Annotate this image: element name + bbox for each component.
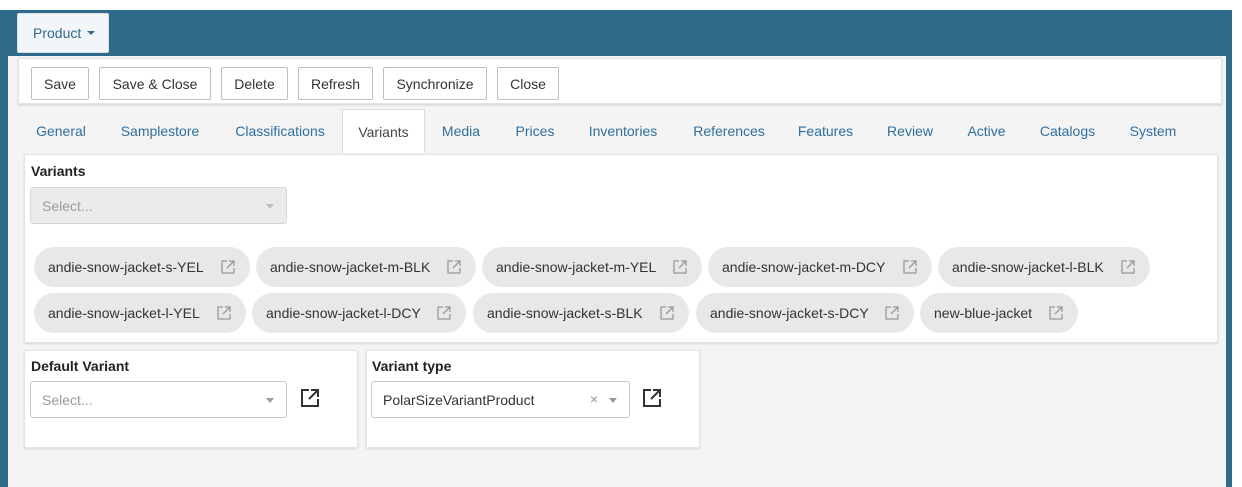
tab-classifications[interactable]: Classifications xyxy=(222,109,338,153)
external-link-icon[interactable] xyxy=(672,259,688,275)
left-accent-bar xyxy=(0,10,8,487)
variants-select-placeholder: Select... xyxy=(42,197,93,214)
external-link-icon[interactable] xyxy=(1120,259,1136,275)
right-accent-bar xyxy=(1226,10,1232,487)
external-link-icon[interactable] xyxy=(1048,305,1064,321)
tab-inventories[interactable]: Inventories xyxy=(580,109,666,153)
product-menu-label: Product xyxy=(33,25,82,41)
variant-chip: new-blue-jacket xyxy=(920,293,1078,333)
external-link-icon[interactable] xyxy=(884,305,900,321)
variant-chip: andie-snow-jacket-m-BLK xyxy=(256,247,476,287)
variant-chip-label: andie-snow-jacket-l-DCY xyxy=(266,305,421,321)
external-link-icon[interactable] xyxy=(446,259,462,275)
save-close-button[interactable]: Save & Close xyxy=(99,67,211,100)
tab-active[interactable]: Active xyxy=(957,109,1016,153)
tab-references[interactable]: References xyxy=(682,109,776,153)
variant-chip: andie-snow-jacket-l-YEL xyxy=(34,293,246,333)
synchronize-button[interactable]: Synchronize xyxy=(383,67,487,100)
delete-button[interactable]: Delete xyxy=(221,67,288,100)
variant-chip: andie-snow-jacket-s-DCY xyxy=(696,293,914,333)
external-link-icon[interactable] xyxy=(436,305,452,321)
variant-chip: andie-snow-jacket-l-DCY xyxy=(252,293,466,333)
external-link-icon[interactable] xyxy=(220,259,236,275)
tab-general[interactable]: General xyxy=(24,109,98,153)
variant-chip: andie-snow-jacket-m-DCY xyxy=(708,247,932,287)
variant-chip-label: andie-snow-jacket-l-YEL xyxy=(48,305,200,321)
chevron-down-icon xyxy=(87,31,96,35)
external-link-icon[interactable] xyxy=(659,305,675,321)
toolbar: Save Save & Close Delete Refresh Synchro… xyxy=(18,58,1222,104)
variant-chip-label: andie-snow-jacket-s-DCY xyxy=(710,305,869,321)
variant-chip-label: andie-snow-jacket-l-BLK xyxy=(952,259,1104,275)
external-link-icon[interactable] xyxy=(642,388,662,408)
external-link-icon[interactable] xyxy=(216,305,232,321)
tab-media[interactable]: Media xyxy=(435,109,487,153)
chevron-down-icon xyxy=(266,398,274,403)
tab-catalogs[interactable]: Catalogs xyxy=(1031,109,1104,153)
tab-samplestore[interactable]: Samplestore xyxy=(110,109,210,153)
variant-chip: andie-snow-jacket-m-YEL xyxy=(482,247,702,287)
variant-chip: andie-snow-jacket-l-BLK xyxy=(938,247,1150,287)
tab-features[interactable]: Features xyxy=(788,109,863,153)
header-bar xyxy=(8,10,1226,56)
save-button[interactable]: Save xyxy=(31,67,89,100)
close-button[interactable]: Close xyxy=(497,67,559,100)
chevron-down-icon xyxy=(609,398,617,403)
variants-select: Select... xyxy=(30,187,287,224)
tab-prices[interactable]: Prices xyxy=(504,109,566,153)
variant-type-select[interactable]: PolarSizeVariantProduct × xyxy=(371,381,630,418)
product-menu-button[interactable]: Product xyxy=(17,13,109,53)
variant-chip-label: andie-snow-jacket-m-DCY xyxy=(722,259,886,275)
tab-system[interactable]: System xyxy=(1118,109,1188,153)
default-variant-label: Default Variant xyxy=(31,358,130,374)
variant-type-value: PolarSizeVariantProduct xyxy=(383,391,535,408)
variant-chip: andie-snow-jacket-s-BLK xyxy=(473,293,689,333)
tab-bar: General Samplestore Classifications Vari… xyxy=(18,109,1222,153)
variant-chip-label: new-blue-jacket xyxy=(934,305,1033,321)
variants-label: Variants xyxy=(31,163,86,179)
variant-chip-label: andie-snow-jacket-s-YEL xyxy=(48,259,204,275)
variant-type-label: Variant type xyxy=(372,358,452,374)
variant-chip-label: andie-snow-jacket-s-BLK xyxy=(487,305,643,321)
refresh-button[interactable]: Refresh xyxy=(298,67,373,100)
variant-chip-label: andie-snow-jacket-m-YEL xyxy=(496,259,657,275)
variant-chip-label: andie-snow-jacket-m-BLK xyxy=(270,259,431,275)
clear-icon[interactable]: × xyxy=(590,391,598,407)
default-variant-placeholder: Select... xyxy=(42,391,93,408)
variant-chip: andie-snow-jacket-s-YEL xyxy=(34,247,250,287)
default-variant-select[interactable]: Select... xyxy=(30,381,287,418)
external-link-icon[interactable] xyxy=(300,388,320,408)
chevron-down-icon xyxy=(266,204,274,209)
external-link-icon[interactable] xyxy=(902,259,918,275)
tab-review[interactable]: Review xyxy=(879,109,941,153)
tab-variants[interactable]: Variants xyxy=(342,109,425,153)
